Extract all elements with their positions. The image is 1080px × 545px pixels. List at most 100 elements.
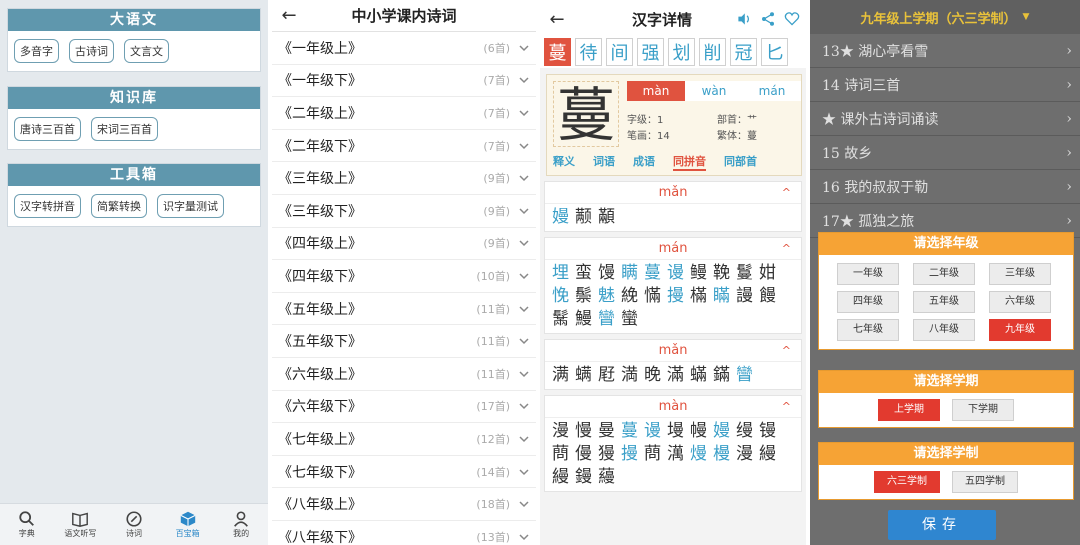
grade-row[interactable]: 《六年级下》 (17首) [272, 391, 536, 424]
char-tab[interactable]: 削 [699, 38, 726, 66]
grade-option[interactable]: 九年级 [989, 319, 1051, 341]
char-cell[interactable]: 摱 [664, 285, 687, 308]
char-cell[interactable]: 缦 [733, 420, 756, 443]
grade-row[interactable]: 《五年级下》 (11首) [272, 325, 536, 358]
char-cell[interactable]: 屘 [595, 364, 618, 387]
chip-simp-trad[interactable]: 简繁转换 [91, 194, 147, 218]
char-cell[interactable]: 慲 [641, 285, 664, 308]
nav-toolbox[interactable]: 百宝箱 [164, 510, 212, 539]
char-cell[interactable]: 槾 [710, 443, 733, 466]
grade-row[interactable]: 《八年级上》 (18首) [272, 488, 536, 521]
char-cell[interactable]: 縵 [756, 443, 779, 466]
char-cell[interactable]: 曼 [595, 420, 618, 443]
grade-row[interactable]: 《三年级上》 (9首) [272, 162, 536, 195]
char-cell[interactable]: 晚 [641, 364, 664, 387]
term-option[interactable]: 下学期 [952, 399, 1014, 421]
group-header[interactable]: mán ^ [545, 238, 801, 260]
grade-row[interactable]: 《一年级上》 (6首) [272, 32, 536, 65]
tab-words[interactable]: 词语 [593, 153, 615, 171]
char-cell[interactable]: 蔓 [641, 262, 664, 285]
char-tab[interactable]: 冠 [730, 38, 757, 66]
pinyin-tab[interactable]: mán [743, 81, 801, 101]
char-cell[interactable]: 顢 [595, 206, 618, 229]
char-cell[interactable]: 獌 [595, 443, 618, 466]
nav-dictionary[interactable]: 字典 [3, 510, 51, 539]
chip-song-ci[interactable]: 宋词三百首 [91, 117, 158, 141]
char-cell[interactable]: 鏋 [710, 364, 733, 387]
char-cell[interactable]: 螨 [572, 364, 595, 387]
chip-ancient-poems[interactable]: 古诗词 [69, 39, 114, 63]
char-cell[interactable]: 悗 [549, 285, 572, 308]
group-header[interactable]: mǎn ^ [545, 340, 801, 362]
chip-polyphonic[interactable]: 多音字 [14, 39, 59, 63]
char-tab[interactable]: 划 [668, 38, 695, 66]
speaker-icon[interactable] [736, 11, 752, 27]
char-cell[interactable]: 満 [618, 364, 641, 387]
grade-option[interactable]: 四年级 [837, 291, 899, 313]
char-cell[interactable]: 魅 [595, 285, 618, 308]
char-cell[interactable]: 幔 [687, 420, 710, 443]
char-cell[interactable]: 蟎 [687, 364, 710, 387]
pinyin-tab[interactable]: wàn [685, 81, 743, 101]
char-cell[interactable]: 鬃 [572, 285, 595, 308]
char-cell[interactable]: 鞔 [710, 262, 733, 285]
char-tab[interactable]: 蔓 [544, 38, 571, 66]
grade-row[interactable]: 《二年级下》 (7首) [272, 130, 536, 163]
tab-same-pinyin[interactable]: 同拼音 [673, 153, 706, 171]
grade-row[interactable]: 《四年级上》 (9首) [272, 228, 536, 261]
lesson-row[interactable]: 14 诗词三首 › [810, 68, 1080, 102]
chip-classical-chinese[interactable]: 文言文 [124, 39, 169, 63]
char-cell[interactable]: 謾 [733, 285, 756, 308]
char-cell[interactable]: 滿 [664, 364, 687, 387]
grade-option[interactable]: 二年级 [913, 263, 975, 285]
char-cell[interactable]: 蛮 [572, 262, 595, 285]
lesson-row[interactable]: ★ 课外古诗词诵读 › [810, 102, 1080, 136]
term-option[interactable]: 上学期 [878, 399, 940, 421]
term-dropdown[interactable]: 九年级上学期（六三学制） ▼ [810, 0, 1080, 34]
char-cell[interactable]: 慢 [572, 420, 595, 443]
char-cell[interactable]: 瞒 [618, 262, 641, 285]
grade-row[interactable]: 《三年级下》 (9首) [272, 195, 536, 228]
grade-row[interactable]: 《五年级上》 (11首) [272, 293, 536, 326]
char-cell[interactable]: 漫 [733, 443, 756, 466]
back-arrow-icon[interactable]: ← [540, 9, 574, 30]
share-icon[interactable] [760, 11, 776, 27]
char-cell[interactable]: 馒 [595, 262, 618, 285]
grade-row[interactable]: 《四年级下》 (10首) [272, 260, 536, 293]
char-cell[interactable]: 蔓 [618, 420, 641, 443]
char-cell[interactable]: 鬘 [733, 262, 756, 285]
grade-option[interactable]: 一年级 [837, 263, 899, 285]
grade-row[interactable]: 《二年级上》 (7首) [272, 97, 536, 130]
nav-dictation[interactable]: 语文听写 [56, 510, 104, 539]
char-cell[interactable]: 颟 [572, 206, 595, 229]
char-cell[interactable]: 蔄 [641, 443, 664, 466]
char-cell[interactable]: 镘 [756, 420, 779, 443]
nav-me[interactable]: 我的 [217, 510, 265, 539]
char-tab[interactable]: 强 [637, 38, 664, 66]
char-cell[interactable]: 蘰 [595, 466, 618, 489]
grade-row[interactable]: 《一年级下》 (7首) [272, 65, 536, 98]
chip-literacy-test[interactable]: 识字量测试 [157, 194, 224, 218]
group-header[interactable]: màn ^ [545, 396, 801, 418]
char-cell[interactable]: 絻 [618, 285, 641, 308]
back-arrow-icon[interactable]: ← [272, 5, 306, 26]
char-cell[interactable]: 姏 [756, 262, 779, 285]
char-cell[interactable]: 瞞 [710, 285, 733, 308]
tab-definition[interactable]: 释义 [553, 153, 575, 171]
char-cell[interactable]: 饅 [756, 285, 779, 308]
system-option[interactable]: 六三学制 [874, 471, 940, 493]
char-tab[interactable]: 匕 [761, 38, 788, 66]
group-header[interactable]: mǎn ^ [545, 182, 801, 204]
char-cell[interactable]: 埋 [549, 262, 572, 285]
char-cell[interactable]: 矕 [733, 364, 756, 387]
char-cell[interactable]: 鰻 [572, 308, 595, 331]
char-cell[interactable]: 澫 [664, 443, 687, 466]
lesson-row[interactable]: 13★ 湖心亭看雪 › [810, 34, 1080, 68]
char-cell[interactable]: 漫 [549, 420, 572, 443]
grade-option[interactable]: 六年级 [989, 291, 1051, 313]
char-cell[interactable]: 蠻 [618, 308, 641, 331]
tab-same-radical[interactable]: 同部首 [724, 153, 757, 171]
char-cell[interactable]: 蔄 [549, 443, 572, 466]
lesson-row[interactable]: 15 故乡 › [810, 136, 1080, 170]
char-cell[interactable]: 墁 [664, 420, 687, 443]
